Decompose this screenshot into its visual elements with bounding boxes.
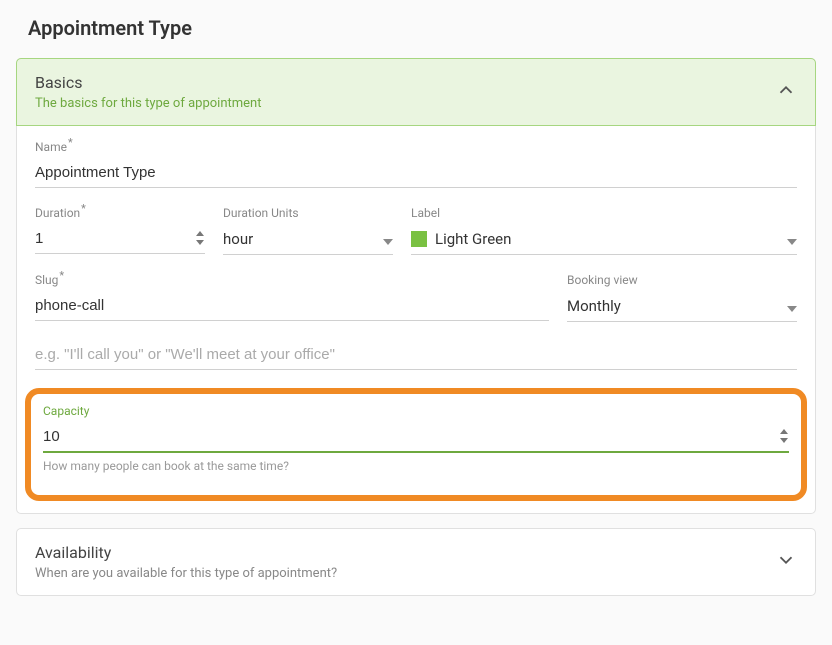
capacity-label: Capacity bbox=[43, 404, 789, 418]
capacity-input[interactable] bbox=[43, 424, 789, 453]
availability-header[interactable]: Availability When are you available for … bbox=[17, 529, 815, 595]
basics-body: Name Duration Duration Units hour bbox=[17, 126, 815, 513]
description-input[interactable] bbox=[35, 342, 797, 370]
basics-card: Basics The basics for this type of appoi… bbox=[16, 58, 816, 514]
label-field-label: Label bbox=[411, 206, 797, 220]
slug-input[interactable] bbox=[35, 293, 549, 321]
basics-header[interactable]: Basics The basics for this type of appoi… bbox=[16, 58, 816, 126]
label-value: Light Green bbox=[435, 230, 511, 248]
slug-label: Slug bbox=[35, 273, 549, 287]
duration-label: Duration bbox=[35, 206, 205, 220]
booking-view-value: Monthly bbox=[567, 297, 621, 315]
booking-view-label: Booking view bbox=[567, 273, 797, 287]
availability-subtitle: When are you available for this type of … bbox=[35, 566, 337, 581]
name-label: Name bbox=[35, 140, 797, 154]
basics-header-subtitle: The basics for this type of appointment bbox=[35, 96, 261, 111]
booking-view-select[interactable]: Monthly bbox=[567, 293, 797, 322]
color-swatch bbox=[411, 231, 427, 247]
duration-units-value: hour bbox=[223, 230, 253, 248]
chevron-down-icon[interactable] bbox=[775, 549, 797, 575]
capacity-helper: How many people can book at the same tim… bbox=[43, 459, 789, 473]
basics-header-title: Basics bbox=[35, 73, 261, 92]
availability-card: Availability When are you available for … bbox=[16, 528, 816, 596]
duration-units-label: Duration Units bbox=[223, 206, 393, 220]
capacity-highlight: Capacity How many people can book at the… bbox=[25, 388, 807, 501]
label-select[interactable]: Light Green bbox=[411, 226, 797, 255]
duration-units-select[interactable]: hour bbox=[223, 226, 393, 255]
chevron-up-icon[interactable] bbox=[775, 79, 797, 105]
name-input[interactable] bbox=[35, 160, 797, 188]
availability-title: Availability bbox=[35, 543, 337, 562]
duration-input[interactable] bbox=[35, 226, 205, 254]
page-title: Appointment Type bbox=[28, 16, 804, 40]
